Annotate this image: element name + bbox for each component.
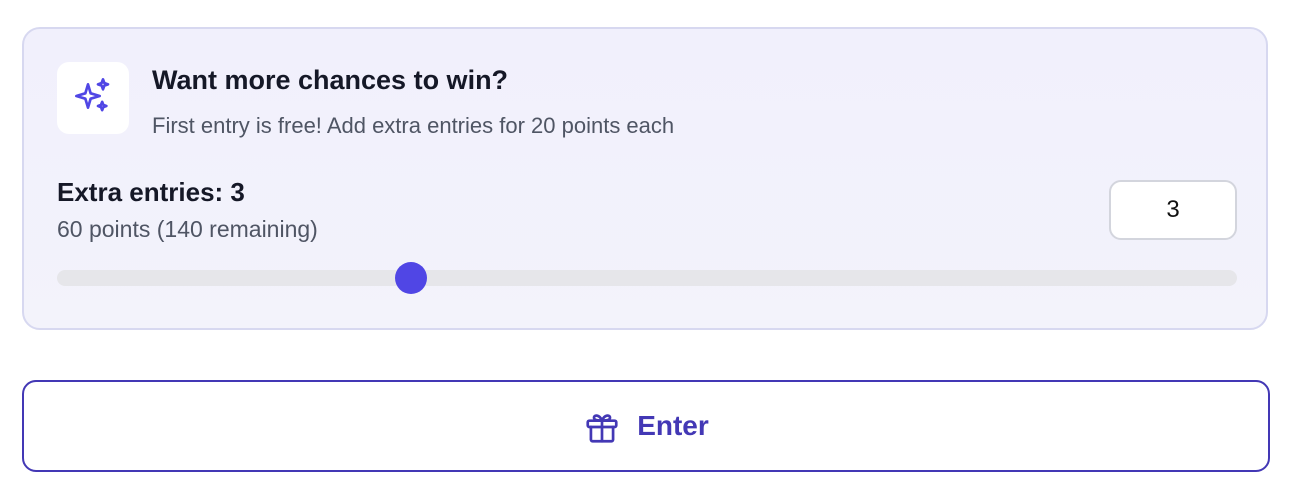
extra-entries-label: Extra entries: 3 <box>57 177 245 207</box>
extra-entries-card: Want more chances to win? First entry is… <box>22 27 1268 330</box>
promo-title: Want more chances to win? <box>152 65 509 95</box>
sparkles-icon-box <box>57 62 129 134</box>
extra-entries-slider[interactable] <box>57 262 1237 294</box>
points-summary: 60 points (140 remaining) <box>57 216 318 242</box>
enter-button[interactable]: Enter <box>22 380 1270 472</box>
promo-subtitle: First entry is free! Add extra entries f… <box>152 113 675 138</box>
sparkles-icon <box>73 76 113 121</box>
slider-thumb[interactable] <box>395 262 427 294</box>
enter-button-label: Enter <box>637 410 709 441</box>
extra-entries-input[interactable] <box>1109 180 1237 240</box>
gift-icon <box>583 408 621 446</box>
